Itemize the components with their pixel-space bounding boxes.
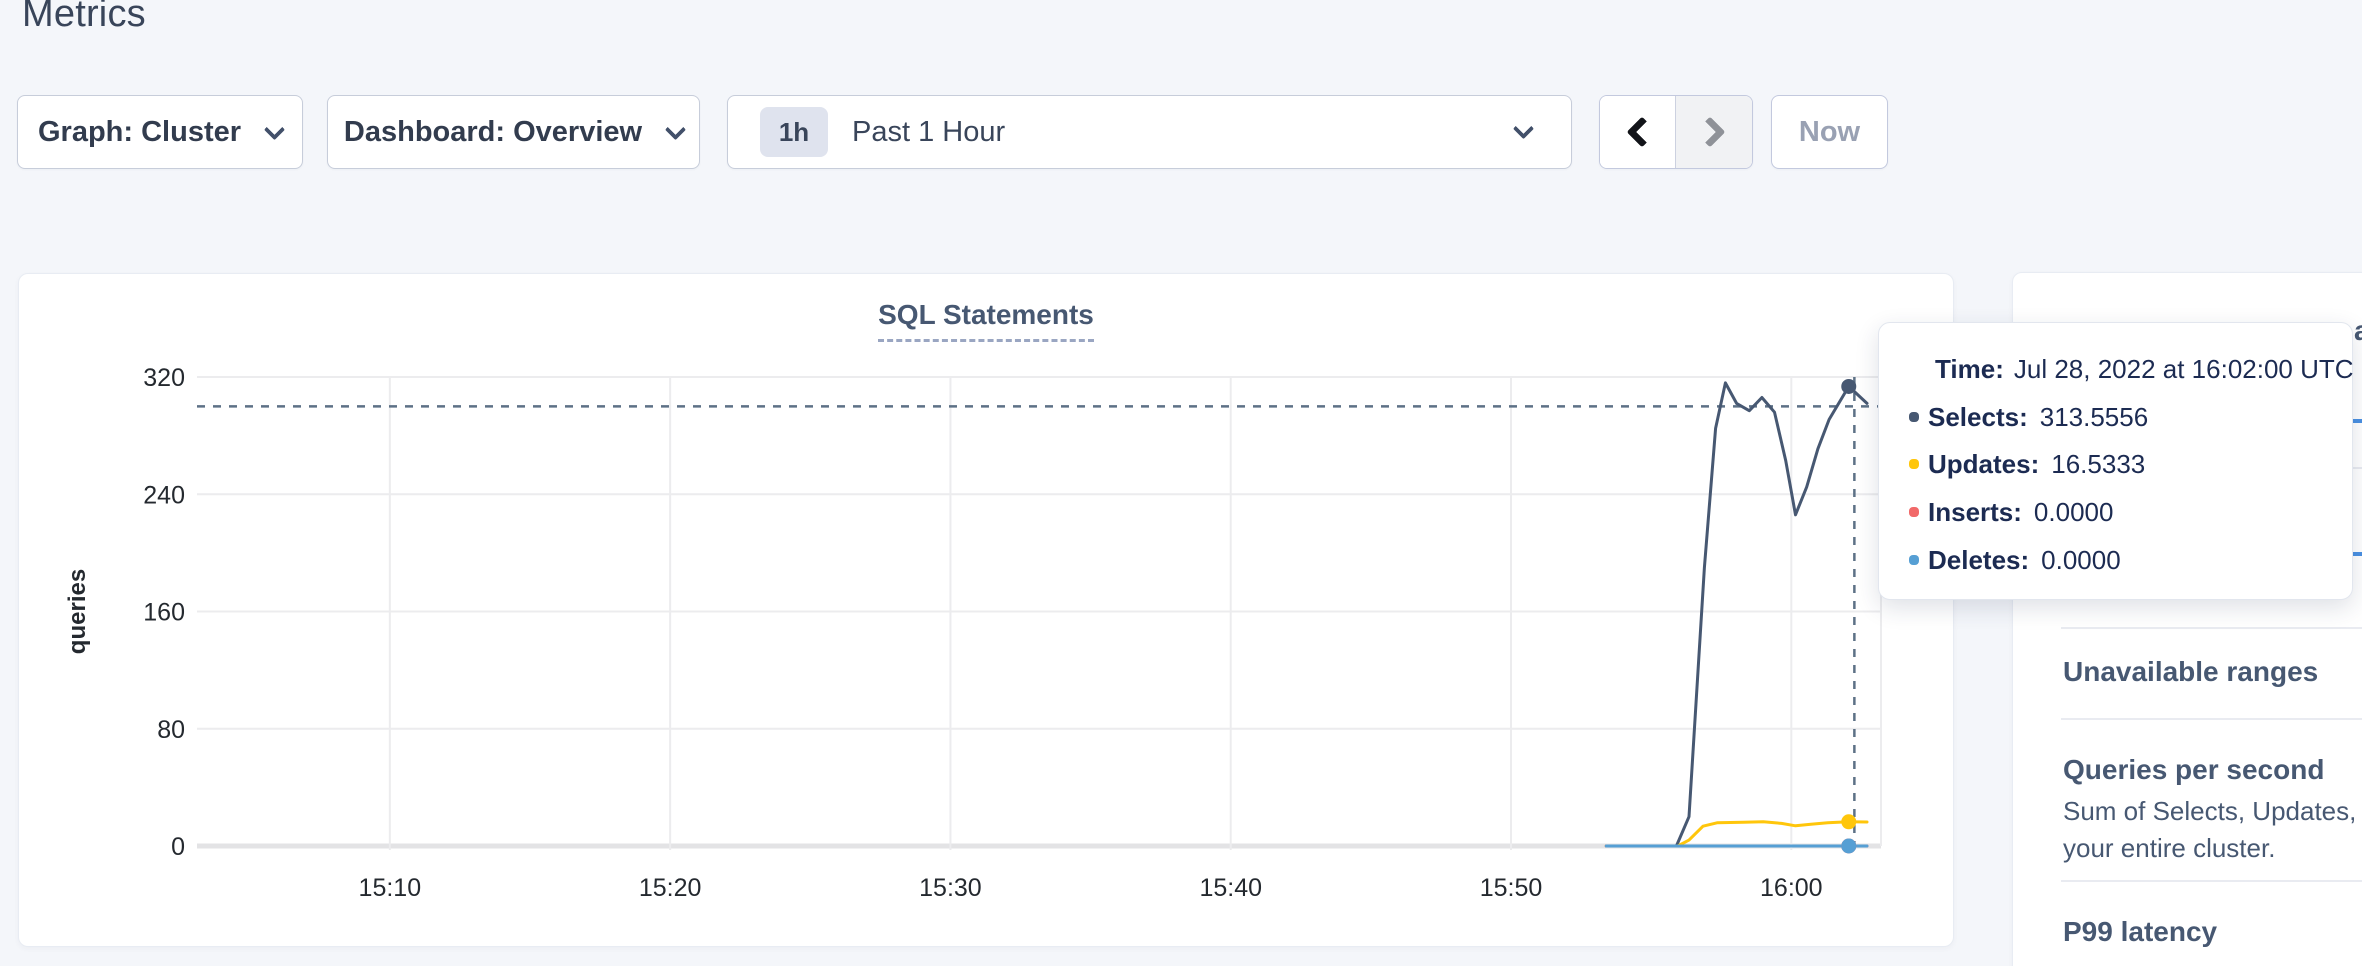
svg-text:15:50: 15:50	[1480, 874, 1543, 902]
tooltip-row-value: 313.5556	[2040, 402, 2148, 433]
time-nav-group	[1599, 95, 1753, 169]
summary-item-description-line: your entire cluster.	[2063, 833, 2275, 864]
time-range-label: Past 1 Hour	[852, 116, 1005, 149]
svg-text:queries: queries	[64, 569, 91, 654]
dashboard-dropdown-label: Dashboard: Overview	[344, 116, 642, 149]
divider	[2061, 718, 2362, 720]
tooltip-row-label: Updates:	[1928, 449, 2039, 480]
chevron-left-icon	[1626, 116, 1657, 147]
tooltip-time-value: Jul 28, 2022 at 16:02:00 UTC	[2014, 354, 2354, 385]
updates-legend-swatch-icon	[1909, 459, 1919, 469]
tooltip-row-value: 16.5333	[2051, 449, 2145, 480]
svg-text:160: 160	[143, 599, 185, 627]
graph-scope-dropdown[interactable]: Graph: Cluster	[17, 95, 303, 169]
svg-text:16:00: 16:00	[1760, 874, 1823, 902]
page-title: Metrics	[22, 0, 146, 36]
now-button[interactable]: Now	[1771, 95, 1888, 169]
sql-statements-chart-plot[interactable]: 0 80 160 240 320 15:10 15:20 15:30 15:40 15:50 16:…	[19, 274, 1953, 946]
tooltip-row-label: Inserts:	[1928, 497, 2022, 528]
tooltip-time-label: Time:	[1935, 354, 2004, 385]
previous-time-window-button[interactable]	[1600, 96, 1676, 168]
time-range-selector[interactable]: 1h Past 1 Hour	[727, 95, 1572, 169]
svg-text:15:30: 15:30	[919, 874, 982, 902]
graph-scope-dropdown-label: Graph: Cluster	[38, 116, 241, 149]
svg-text:15:40: 15:40	[1199, 874, 1262, 902]
tooltip-row-value: 0.0000	[2041, 545, 2121, 576]
inserts-legend-swatch-icon	[1909, 507, 1919, 517]
svg-text:320: 320	[143, 364, 185, 392]
svg-text:15:10: 15:10	[359, 874, 422, 902]
svg-text:240: 240	[143, 481, 185, 509]
time-range-badge: 1h	[760, 107, 828, 157]
svg-text:80: 80	[157, 716, 185, 744]
tooltip-row-label: Selects:	[1928, 402, 2028, 433]
chevron-down-icon	[264, 119, 285, 140]
summary-item-description-line: Sum of Selects, Updates, Inser	[2063, 796, 2362, 827]
now-button-label: Now	[1799, 116, 1860, 149]
tooltip-row-label: Deletes:	[1928, 545, 2029, 576]
divider	[2061, 880, 2362, 882]
clipped-heading-fragment: a	[2354, 315, 2362, 347]
dashboard-dropdown[interactable]: Dashboard: Overview	[327, 95, 700, 169]
selects-legend-swatch-icon	[1909, 412, 1919, 422]
chevron-down-icon	[1513, 118, 1534, 139]
sql-statements-chart-card: 0 80 160 240 320 15:10 15:20 15:30 15:40 15:50 16:…	[18, 273, 1954, 947]
deletes-legend-swatch-icon	[1909, 555, 1919, 565]
chevron-right-icon	[1694, 116, 1725, 147]
svg-text:0: 0	[171, 833, 185, 861]
next-time-window-button[interactable]	[1676, 96, 1752, 168]
chart-hover-tooltip: Time: Jul 28, 2022 at 16:02:00 UTC Selec…	[1878, 322, 2353, 600]
tooltip-row-value: 0.0000	[2034, 497, 2114, 528]
svg-text:15:20: 15:20	[639, 874, 702, 902]
summary-item-p99-latency: P99 latency	[2063, 916, 2217, 948]
summary-item-unavailable-ranges: Unavailable ranges	[2063, 656, 2318, 688]
divider	[2061, 627, 2362, 629]
chart-title[interactable]: SQL Statements	[878, 299, 1094, 342]
summary-item-queries-per-second: Queries per second	[2063, 754, 2324, 786]
chevron-down-icon	[665, 119, 686, 140]
